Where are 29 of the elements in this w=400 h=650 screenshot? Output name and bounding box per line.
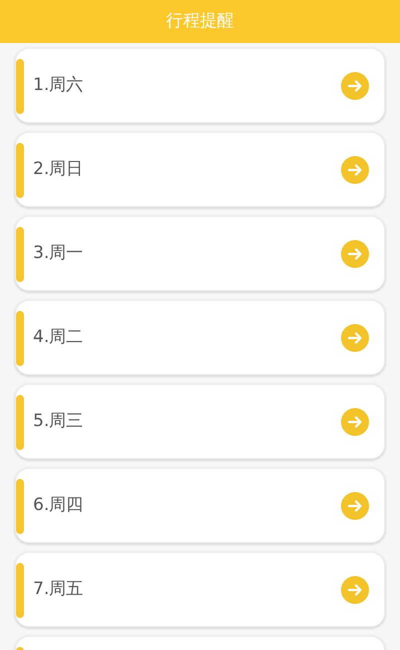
accent-bar (16, 311, 24, 366)
reminder-card[interactable]: 6.周四 (15, 468, 385, 543)
accent-bar (16, 227, 24, 282)
reminder-card[interactable]: 7.周五 (15, 552, 385, 627)
day-label: 5.周三 (33, 410, 84, 433)
arrow-right-icon[interactable] (341, 156, 369, 184)
accent-bar (16, 59, 24, 114)
arrow-right-icon[interactable] (341, 324, 369, 352)
day-label: 3.周一 (33, 242, 84, 265)
day-label: 2.周日 (33, 158, 84, 181)
accent-bar (16, 563, 24, 618)
arrow-right-icon[interactable] (341, 240, 369, 268)
day-label: 4.周二 (33, 326, 84, 349)
arrow-right-icon[interactable] (341, 492, 369, 520)
reminder-card[interactable]: 4.周二 (15, 300, 385, 375)
arrow-right-icon[interactable] (341, 576, 369, 604)
day-label: 6.周四 (33, 494, 84, 517)
day-label: 7.周五 (33, 578, 84, 601)
accent-bar (16, 479, 24, 534)
header-title: 行程提醒 (166, 10, 234, 33)
reminder-card[interactable]: 5.周三 (15, 384, 385, 459)
arrow-right-icon[interactable] (341, 72, 369, 100)
accent-bar (16, 395, 24, 450)
reminder-card[interactable]: 1.周六 (15, 48, 385, 123)
day-label: 1.周六 (33, 74, 84, 97)
accent-bar (16, 143, 24, 198)
arrow-right-icon[interactable] (341, 408, 369, 436)
reminder-card[interactable]: 3.周一 (15, 216, 385, 291)
reminder-card[interactable]: 2.周日 (15, 132, 385, 207)
